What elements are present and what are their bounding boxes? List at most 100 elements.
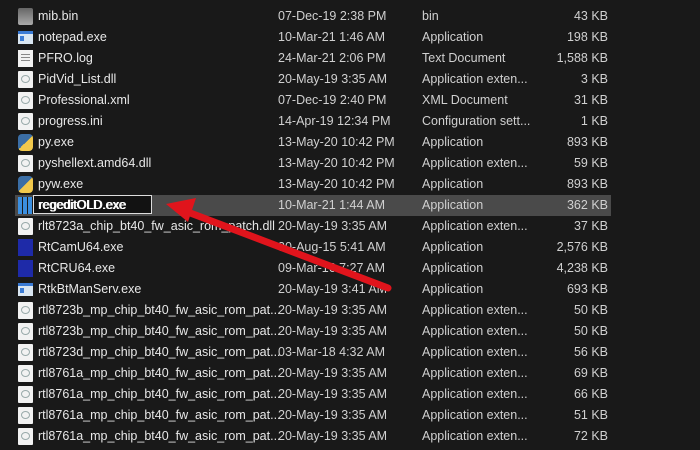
file-date-modified: 20-May-19 3:35 AM	[278, 303, 388, 317]
file-name: mib.bin	[38, 9, 79, 23]
bin-icon	[18, 8, 33, 25]
ini-icon	[18, 113, 33, 130]
file-size: 198 KB	[566, 30, 608, 44]
python-icon	[18, 134, 33, 151]
dll-icon	[18, 302, 33, 319]
file-date-modified: 14-Apr-19 12:34 PM	[278, 114, 391, 128]
file-type: Application	[422, 198, 484, 212]
file-date-modified: 20-May-19 3:35 AM	[278, 429, 388, 443]
file-date-modified: 10-Mar-21 1:46 AM	[278, 30, 385, 44]
file-size: 50 KB	[573, 303, 608, 317]
file-name: rtl8761a_mp_chip_bt40_fw_asic_rom_pat...	[38, 387, 281, 401]
file-name: pyshellext.amd64.dll	[38, 156, 152, 170]
file-row[interactable]: rtl8761a_mp_chip_bt40_fw_asic_rom_pat...…	[15, 405, 611, 426]
file-type: Application exten...	[422, 156, 528, 170]
file-date-modified: 03-Mar-18 4:32 AM	[278, 345, 385, 359]
file-size: 893 KB	[566, 135, 608, 149]
file-size: 2,576 KB	[556, 240, 608, 254]
file-row[interactable]: mib.bin 07-Dec-19 2:38 PM bin 43 KB	[15, 6, 611, 27]
file-type: bin	[422, 9, 439, 23]
file-name: RtCamU64.exe	[38, 240, 124, 254]
file-name: rlt8723a_chip_bt40_fw_asic_rom_patch.dll	[38, 219, 275, 233]
dll-icon	[18, 323, 33, 340]
file-row[interactable]: pyshellext.amd64.dll 13-May-20 10:42 PM Ap…	[15, 153, 611, 174]
file-row[interactable]: RtCamU64.exe 30-Aug-15 5:41 AM Application…	[15, 237, 611, 258]
file-type: Application exten...	[422, 429, 528, 443]
file-date-modified: 10-Mar-21 1:44 AM	[278, 198, 385, 212]
file-name: PidVid_List.dll	[38, 72, 117, 86]
file-row[interactable]: PidVid_List.dll 20-May-19 3:35 AM Applicat…	[15, 69, 611, 90]
file-row[interactable]: RtCRU64.exe 09-Mar-16 7:27 AM Application 4…	[15, 258, 611, 279]
file-date-modified: 20-May-19 3:35 AM	[278, 408, 388, 422]
file-row[interactable]: rtl8723b_mp_chip_bt40_fw_asic_rom_pat...…	[15, 300, 611, 321]
file-size: 69 KB	[573, 366, 608, 380]
file-type: Application	[422, 240, 484, 254]
dll-icon	[18, 218, 33, 235]
file-row[interactable]: notepad.exe 10-Mar-21 1:46 AM Application 1…	[15, 27, 611, 48]
file-row[interactable]: progress.ini 14-Apr-19 12:34 PM Configurat…	[15, 111, 611, 132]
file-name: RtkBtManServ.exe	[38, 282, 142, 296]
file-name: rtl8761a_mp_chip_bt40_fw_asic_rom_pat...	[38, 429, 281, 443]
file-type: Application exten...	[422, 303, 528, 317]
file-row[interactable]: pyw.exe 13-May-20 10:42 PM Application 893 …	[15, 174, 611, 195]
file-row[interactable]: Professional.xml 07-Dec-19 2:40 PM XML Doc…	[15, 90, 611, 111]
file-size: 50 KB	[573, 324, 608, 338]
file-date-modified: 20-May-19 3:35 AM	[278, 324, 388, 338]
file-date-modified: 24-Mar-21 2:06 PM	[278, 51, 386, 65]
python-icon	[18, 176, 33, 193]
file-row[interactable]: rtl8761a_mp_chip_bt40_fw_asic_rom_pat...…	[15, 384, 611, 405]
file-row[interactable]: rlt8723a_chip_bt40_fw_asic_rom_patch.dll…	[15, 216, 611, 237]
regedit-icon	[18, 197, 33, 214]
file-row[interactable]: rtl8723d_mp_chip_bt40_fw_asic_rom_pat...…	[15, 342, 611, 363]
file-date-modified: 20-May-19 3:41 AM	[278, 282, 388, 296]
rename-input[interactable]	[33, 195, 152, 214]
file-row[interactable]: PFRO.log 24-Mar-21 2:06 PM Text Document 1,…	[15, 48, 611, 69]
app-icon	[18, 31, 33, 44]
file-name: notepad.exe	[38, 30, 107, 44]
file-type: XML Document	[422, 93, 508, 107]
file-list: mib.bin 07-Dec-19 2:38 PM bin 43 KB notepad.…	[0, 0, 700, 450]
dll-icon	[18, 71, 33, 88]
realtek-icon	[18, 260, 33, 277]
file-date-modified: 09-Mar-16 7:27 AM	[278, 261, 385, 275]
file-type: Application	[422, 261, 484, 275]
file-date-modified: 13-May-20 10:42 PM	[278, 156, 395, 170]
file-type: Application	[422, 30, 484, 44]
file-size: 56 KB	[573, 345, 608, 359]
dll-icon	[18, 344, 33, 361]
file-size: 1 KB	[580, 114, 608, 128]
file-row[interactable]: rtl8723b_mp_chip_bt40_fw_asic_rom_pat...…	[15, 321, 611, 342]
file-size: 31 KB	[573, 93, 608, 107]
realtek-icon	[18, 239, 33, 256]
file-size: 893 KB	[566, 177, 608, 191]
file-type: Application exten...	[422, 219, 528, 233]
file-name: rtl8761a_mp_chip_bt40_fw_asic_rom_pat...	[38, 408, 281, 422]
file-type: Application exten...	[422, 387, 528, 401]
file-row[interactable]: RtkBtManServ.exe 20-May-19 3:41 AM Applica…	[15, 279, 611, 300]
file-type: Application	[422, 177, 484, 191]
file-row[interactable]: rtl8761a_mp_chip_bt40_fw_asic_rom_pat...…	[15, 426, 611, 447]
dll-icon	[18, 365, 33, 382]
file-name: rtl8761a_mp_chip_bt40_fw_asic_rom_pat...	[38, 366, 281, 380]
file-name: rtl8723d_mp_chip_bt40_fw_asic_rom_pat...	[38, 345, 281, 359]
file-name: rtl8723b_mp_chip_bt40_fw_asic_rom_pat...	[38, 303, 281, 317]
file-type: Application	[422, 135, 484, 149]
file-name: progress.ini	[38, 114, 103, 128]
file-date-modified: 13-May-20 10:42 PM	[278, 177, 395, 191]
xml-icon	[18, 92, 33, 109]
file-size: 4,238 KB	[556, 261, 608, 275]
file-type: Application exten...	[422, 72, 528, 86]
file-name: py.exe	[38, 135, 74, 149]
file-row[interactable]: py.exe 13-May-20 10:42 PM Application 893 K…	[15, 132, 611, 153]
file-size: 72 KB	[573, 429, 608, 443]
file-date-modified: 20-May-19 3:35 AM	[278, 366, 388, 380]
file-type: Application exten...	[422, 366, 528, 380]
dll-icon	[18, 386, 33, 403]
file-size: 66 KB	[573, 387, 608, 401]
file-date-modified: 30-Aug-15 5:41 AM	[278, 240, 386, 254]
file-type: Application exten...	[422, 324, 528, 338]
file-date-modified: 20-May-19 3:35 AM	[278, 387, 388, 401]
file-date-modified: 07-Dec-19 2:40 PM	[278, 93, 387, 107]
file-row[interactable]: rtl8761a_mp_chip_bt40_fw_asic_rom_pat...…	[15, 363, 611, 384]
file-date-modified: 20-May-19 3:35 AM	[278, 219, 388, 233]
